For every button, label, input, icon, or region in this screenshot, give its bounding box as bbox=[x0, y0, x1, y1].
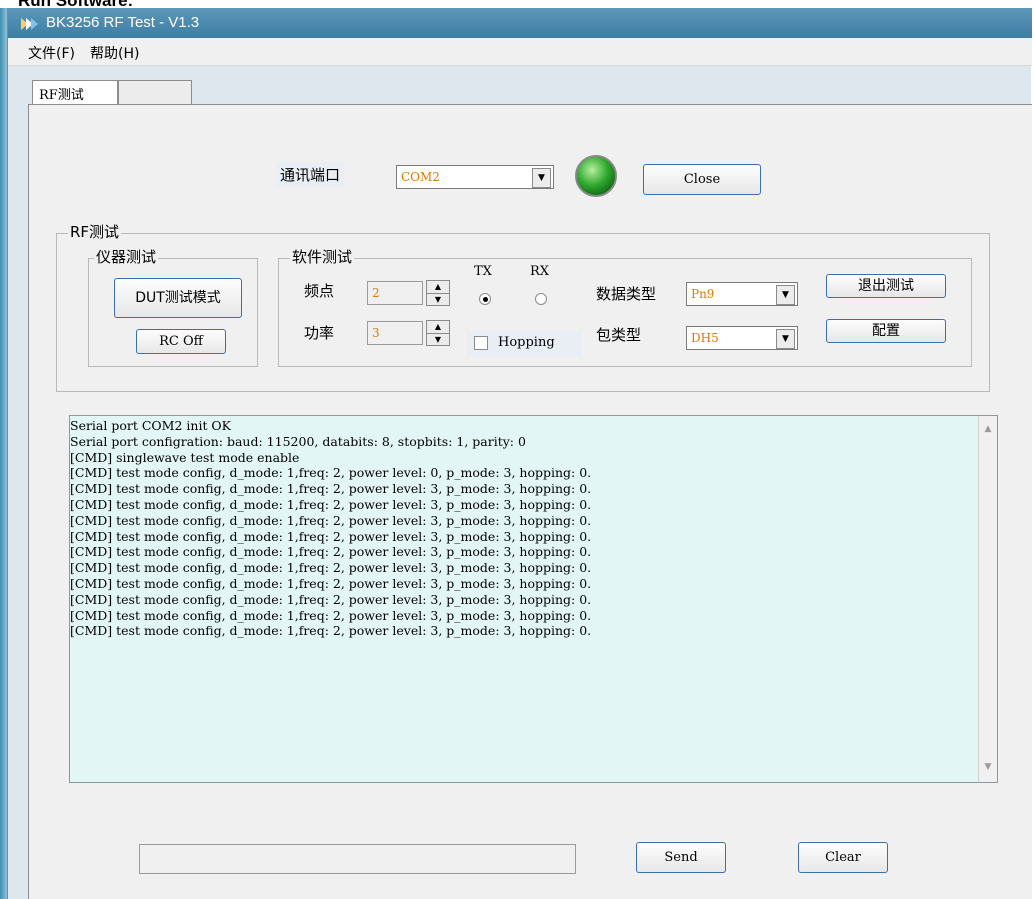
data-type-select[interactable]: Pn9 ▼ bbox=[686, 282, 798, 306]
send-input[interactable] bbox=[139, 844, 576, 874]
dropdown-arrow-icon[interactable]: ▼ bbox=[776, 285, 795, 305]
log-line: [CMD] test mode config, d_mode: 1,freq: … bbox=[70, 575, 592, 591]
dropdown-arrow-icon[interactable]: ▼ bbox=[776, 329, 795, 349]
config-button[interactable]: 配置 bbox=[826, 319, 946, 343]
log-line: [CMD] singlewave test mode enable bbox=[70, 449, 300, 465]
app-icon bbox=[20, 16, 40, 32]
rx-radio[interactable] bbox=[535, 293, 547, 305]
packet-type-select[interactable]: DH5 ▼ bbox=[686, 326, 798, 350]
frequency-input[interactable]: 2 bbox=[367, 281, 423, 305]
packet-type-value: DH5 bbox=[691, 331, 719, 345]
window-title: BK3256 RF Test - V1.3 bbox=[46, 14, 200, 31]
software-test-title: 软件测试 bbox=[290, 246, 355, 267]
send-button[interactable]: Send bbox=[636, 842, 726, 873]
frequency-spinner[interactable]: ▲ ▼ bbox=[426, 280, 450, 306]
caption-text: Run Software: bbox=[18, 0, 134, 10]
log-line: Serial port COM2 init OK bbox=[70, 418, 232, 433]
spin-up-icon[interactable]: ▲ bbox=[427, 281, 449, 294]
log-line: [CMD] test mode config, d_mode: 1,freq: … bbox=[70, 496, 592, 512]
dropdown-arrow-icon[interactable]: ▼ bbox=[532, 168, 551, 188]
hopping-checkbox[interactable] bbox=[474, 336, 488, 350]
title-bar[interactable]: BK3256 RF Test - V1.3 bbox=[8, 8, 1032, 38]
close-button[interactable]: Close bbox=[643, 164, 761, 195]
instrument-test-title: 仪器测试 bbox=[94, 246, 159, 267]
log-line: [CMD] test mode config, d_mode: 1,freq: … bbox=[70, 591, 592, 607]
tx-radio[interactable] bbox=[479, 293, 491, 305]
log-line: [CMD] test mode config, d_mode: 1,freq: … bbox=[70, 465, 592, 481]
menu-help[interactable]: 帮助(H) bbox=[90, 43, 139, 63]
tx-label: TX bbox=[474, 264, 492, 279]
scroll-up-icon[interactable]: ▲ bbox=[979, 424, 997, 434]
tab-rf-test[interactable]: RF测试 bbox=[32, 80, 118, 106]
dut-test-mode-button[interactable]: DUT测试模式 bbox=[114, 278, 242, 318]
log-line: Serial port configration: baud: 115200, … bbox=[70, 433, 526, 449]
com-port-label: 通讯端口 bbox=[276, 162, 345, 187]
packet-type-label: 包类型 bbox=[596, 326, 642, 344]
exit-test-button[interactable]: 退出测试 bbox=[826, 274, 946, 298]
menu-file[interactable]: 文件(F) bbox=[28, 43, 75, 63]
log-output[interactable]: Serial port COM2 init OK Serial port con… bbox=[69, 415, 998, 783]
frequency-label: 频点 bbox=[304, 282, 335, 300]
log-line: [CMD] test mode config, d_mode: 1,freq: … bbox=[70, 560, 592, 576]
power-value: 3 bbox=[372, 326, 380, 340]
log-line: [CMD] test mode config, d_mode: 1,freq: … bbox=[70, 528, 592, 544]
rx-label: RX bbox=[530, 264, 550, 279]
spin-down-icon[interactable]: ▼ bbox=[427, 334, 449, 346]
power-label: 功率 bbox=[304, 324, 335, 342]
desktop-edge bbox=[0, 8, 7, 899]
com-port-value: COM2 bbox=[401, 170, 440, 184]
com-port-select[interactable]: COM2 ▼ bbox=[396, 165, 554, 189]
spin-up-icon[interactable]: ▲ bbox=[427, 321, 449, 334]
tab-blank[interactable] bbox=[118, 80, 192, 105]
log-line: [CMD] test mode config, d_mode: 1,freq: … bbox=[70, 623, 592, 639]
scroll-down-icon[interactable]: ▼ bbox=[979, 762, 997, 772]
log-text: Serial port COM2 init OK Serial port con… bbox=[70, 418, 591, 639]
tab-label: RF测试 bbox=[39, 88, 84, 103]
menu-bar: 文件(F) 帮助(H) bbox=[8, 38, 1032, 66]
vertical-scrollbar[interactable]: ▲ ▼ bbox=[978, 416, 997, 782]
power-input[interactable]: 3 bbox=[367, 321, 423, 345]
spin-down-icon[interactable]: ▼ bbox=[427, 294, 449, 306]
log-line: [CMD] test mode config, d_mode: 1,freq: … bbox=[70, 607, 592, 623]
data-type-value: Pn9 bbox=[691, 287, 715, 301]
frequency-value: 2 bbox=[372, 286, 380, 300]
led-indicator bbox=[573, 153, 619, 199]
clear-button[interactable]: Clear bbox=[798, 842, 888, 873]
log-line: [CMD] test mode config, d_mode: 1,freq: … bbox=[70, 512, 592, 528]
hopping-label: Hopping bbox=[498, 335, 555, 350]
log-line: [CMD] test mode config, d_mode: 1,freq: … bbox=[70, 544, 592, 560]
rf-test-group-title: RF测试 bbox=[68, 221, 122, 242]
power-spinner[interactable]: ▲ ▼ bbox=[426, 320, 450, 346]
data-type-label: 数据类型 bbox=[596, 285, 657, 303]
app-window: BK3256 RF Test - V1.3 文件(F) 帮助(H) RF测试 通… bbox=[7, 8, 1032, 899]
log-line: [CMD] test mode config, d_mode: 1,freq: … bbox=[70, 481, 592, 497]
rc-off-button[interactable]: RC Off bbox=[136, 329, 226, 354]
